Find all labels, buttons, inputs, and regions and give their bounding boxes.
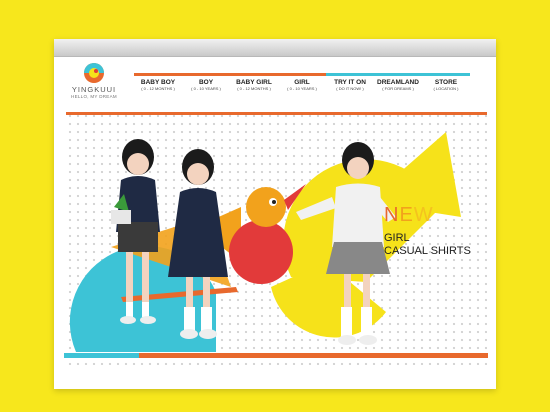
browser-window: YINGKUUI HELLO, MY DREAM BABY BOY ( 0 - … (54, 39, 496, 389)
nav-label: BABY BOY (140, 79, 176, 86)
nav-item-baby-boy[interactable]: BABY BOY ( 0 - 12 MONTHS ) (134, 73, 182, 99)
nav-item-dreamland[interactable]: DREAMLAND ( FOR DREAMS ) (374, 73, 422, 99)
hero-top-bar (66, 112, 487, 115)
promo-line-2: CASUAL SHIRTS (384, 245, 471, 257)
promo-line-1: GIRL (384, 232, 410, 244)
nav-sub: ( 0 - 12 MONTHS ) (237, 86, 271, 91)
promo-new-e: E (399, 204, 414, 226)
nav-label: STORE (434, 79, 458, 86)
hero-bottom-bar-blue (64, 353, 139, 358)
nav-label: BOY (198, 79, 214, 86)
site-logo[interactable]: YINGKUUI HELLO, MY DREAM (68, 62, 120, 102)
nav-item-baby-girl[interactable]: BABY GIRL ( 0 - 12 MONTHS ) (230, 73, 278, 99)
main-nav: BABY BOY ( 0 - 12 MONTHS ) BOY ( 0 - 10 … (134, 73, 470, 101)
promo-new-label: NEW (384, 204, 471, 226)
nav-label: TRY IT ON (334, 79, 366, 86)
nav-sub: ( 0 - 10 YEARS ) (287, 86, 317, 91)
nav-item-girl[interactable]: GIRL ( 0 - 10 YEARS ) (278, 73, 326, 99)
nav-sub: ( DO IT NOW! ) (336, 86, 364, 91)
nav-label: DREAMLAND (377, 79, 419, 86)
promo-new-w: W (413, 204, 434, 226)
nav-sub: ( 0 - 10 YEARS ) (191, 86, 221, 91)
logo-icon (84, 63, 104, 83)
nav-sub: ( FOR DREAMS ) (382, 86, 414, 91)
nav-label: BABY GIRL (236, 79, 272, 86)
brand-tagline: HELLO, MY DREAM (71, 94, 117, 99)
nav-item-store[interactable]: STORE ( LOCATION ) (422, 73, 470, 99)
hero-bottom-bar-orange (139, 353, 488, 358)
site-header: YINGKUUI HELLO, MY DREAM BABY BOY ( 0 - … (54, 57, 496, 105)
nav-sub: ( 0 - 12 MONTHS ) (141, 86, 175, 91)
promo-new-n: N (384, 204, 400, 226)
brand-name: YINGKUUI (71, 85, 117, 94)
window-titlebar (54, 39, 496, 57)
nav-label: GIRL (294, 79, 310, 86)
nav-item-try-it-on[interactable]: TRY IT ON ( DO IT NOW! ) (326, 73, 374, 99)
nav-sub: ( LOCATION ) (433, 86, 459, 91)
nav-item-boy[interactable]: BOY ( 0 - 10 YEARS ) (182, 73, 230, 99)
promo-text[interactable]: NEW GIRL CASUAL SHIRTS (384, 204, 471, 258)
